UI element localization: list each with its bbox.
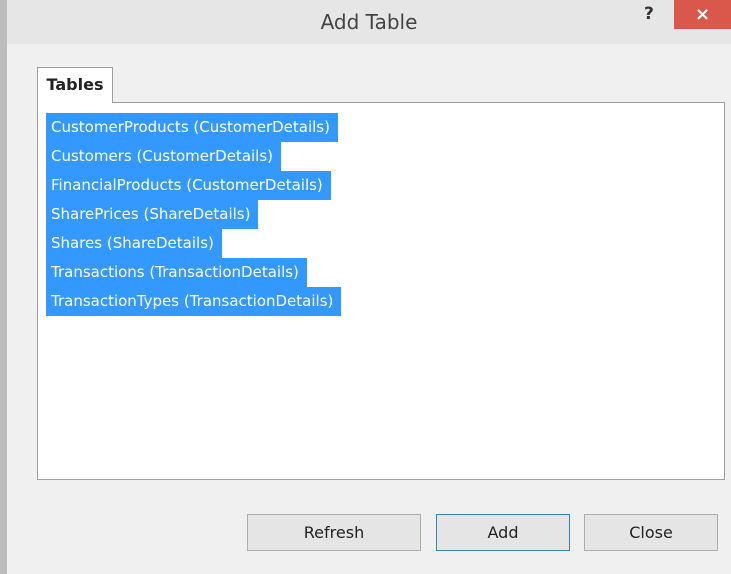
- list-item-transactions[interactable]: Transactions (TransactionDetails): [46, 258, 307, 287]
- add-table-dialog: Add Table ? × Tables CustomerProducts (C…: [0, 0, 731, 574]
- dialog-title: Add Table: [320, 10, 418, 34]
- refresh-button[interactable]: Refresh: [247, 514, 421, 551]
- list-item-customers[interactable]: Customers (CustomerDetails): [46, 142, 282, 171]
- list-item-share-prices[interactable]: SharePrices (ShareDetails): [46, 200, 259, 229]
- title-bar[interactable]: Add Table ? ×: [7, 0, 731, 44]
- close-window-icon[interactable]: ×: [674, 0, 731, 29]
- list-item-transaction-types[interactable]: TransactionTypes (TransactionDetails): [46, 287, 342, 316]
- tables-list[interactable]: CustomerProducts (CustomerDetails) Custo…: [46, 113, 342, 316]
- list-item-customer-products[interactable]: CustomerProducts (CustomerDetails): [46, 113, 338, 142]
- list-item-financial-products[interactable]: FinancialProducts (CustomerDetails): [46, 171, 331, 200]
- close-button[interactable]: Close: [584, 514, 718, 551]
- help-icon[interactable]: ?: [644, 4, 654, 24]
- tables-list-panel: CustomerProducts (CustomerDetails) Custo…: [37, 102, 725, 480]
- tab-tables[interactable]: Tables: [37, 67, 113, 103]
- add-button[interactable]: Add: [436, 514, 570, 551]
- list-item-shares[interactable]: Shares (ShareDetails): [46, 229, 222, 258]
